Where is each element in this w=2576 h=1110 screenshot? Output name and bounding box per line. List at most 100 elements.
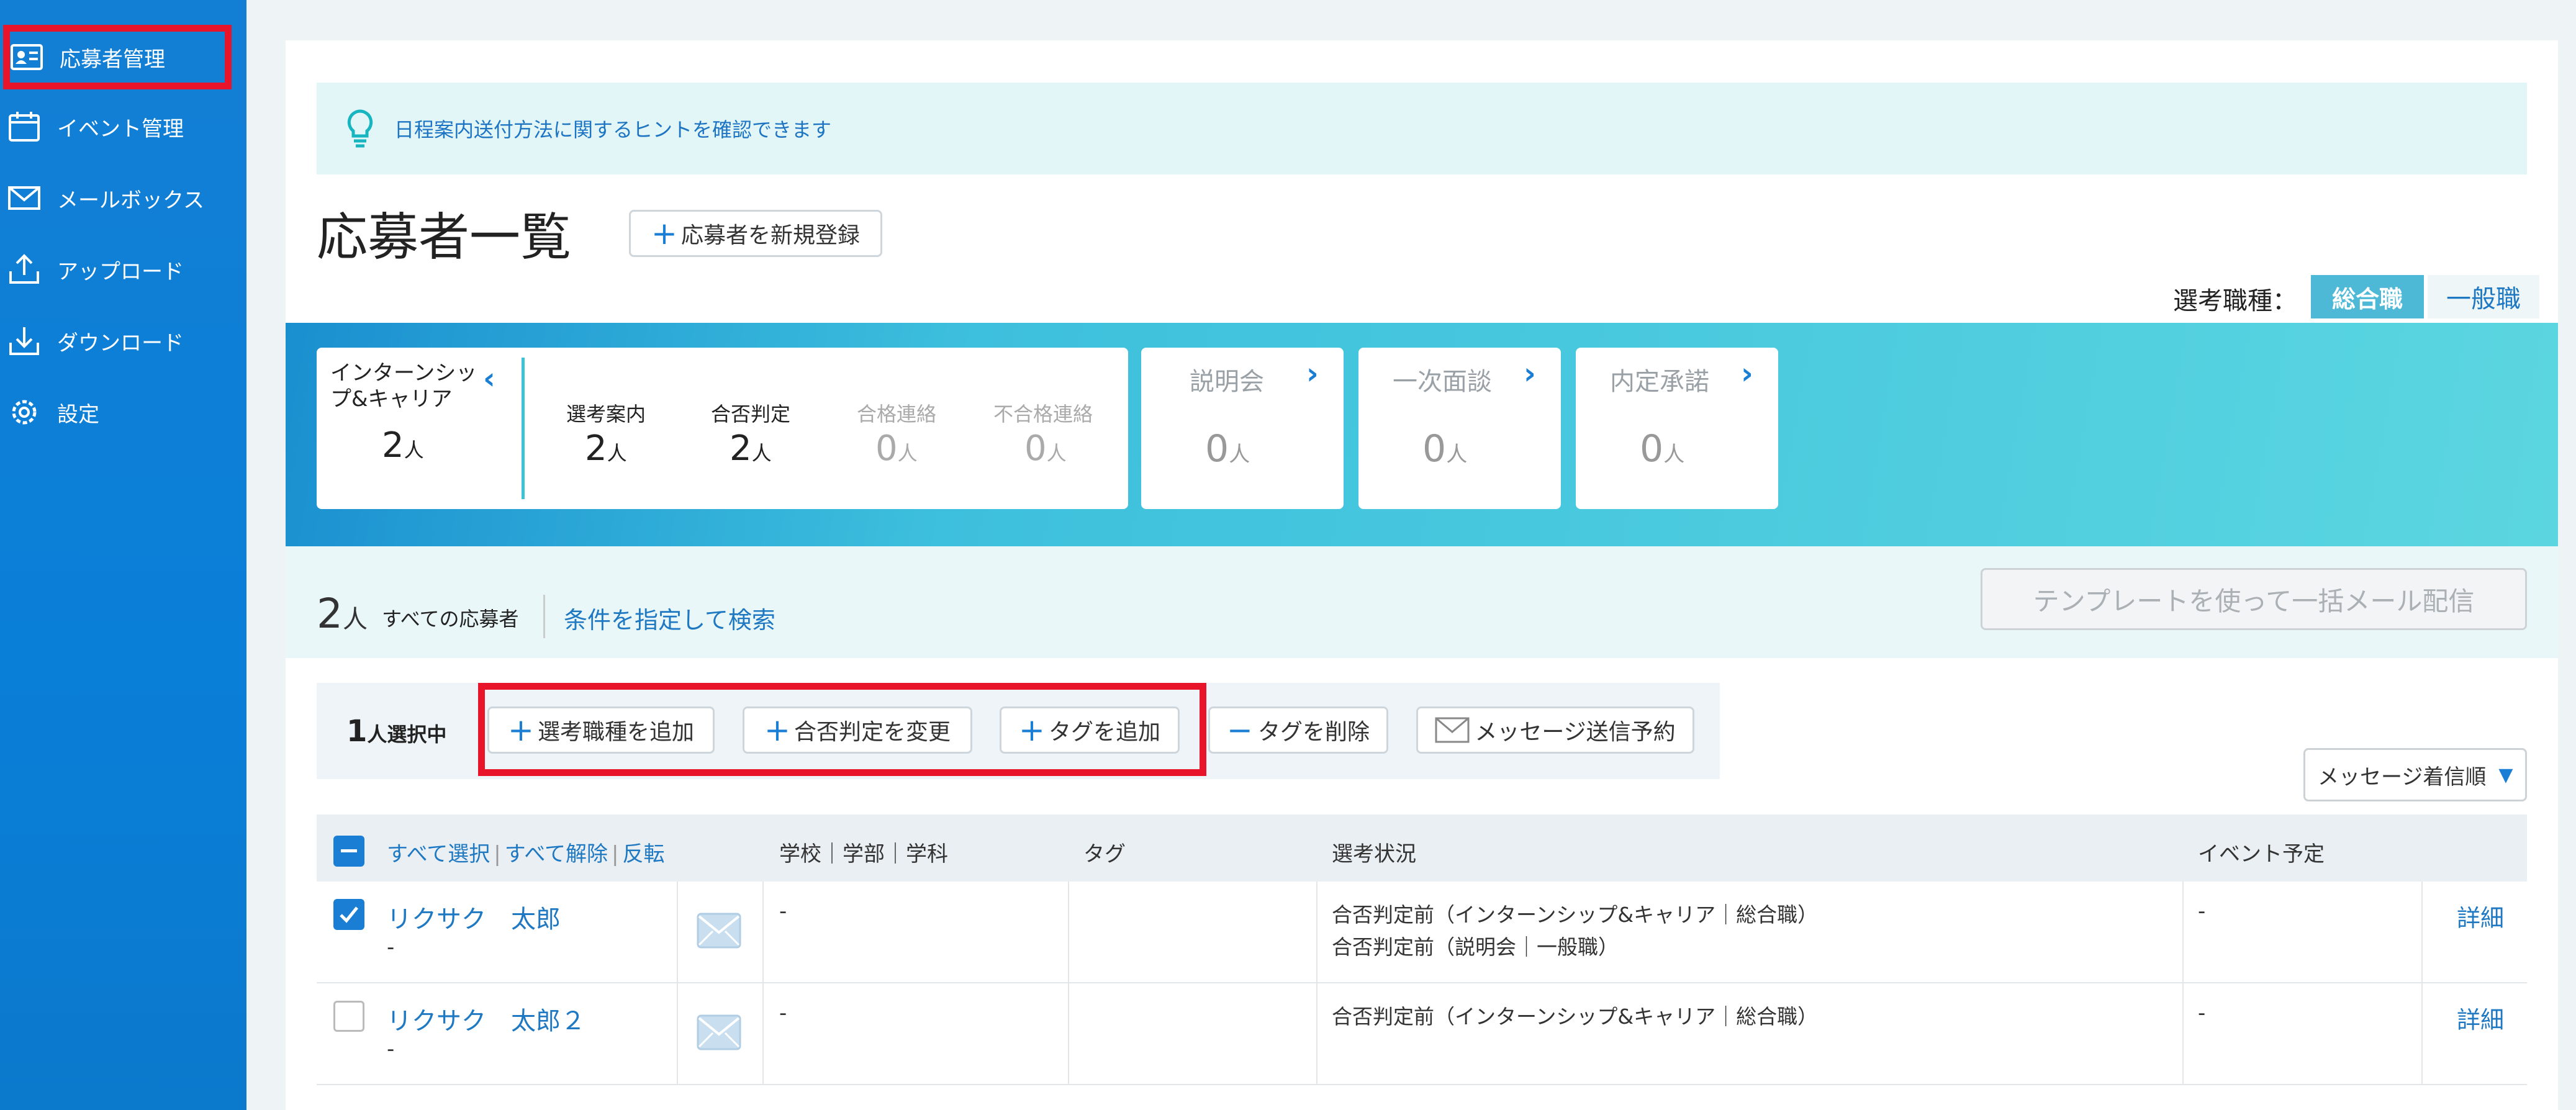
separator: | <box>612 842 619 867</box>
status-line: 合否判定前（インターンシップ&キャリア｜総合職） <box>1332 1004 1819 1029</box>
column-status: 選考状況 <box>1332 842 1416 867</box>
applicant-name-link[interactable]: リクサク 太郎 <box>387 899 561 935</box>
mail-icon <box>8 186 40 210</box>
substage-fail-notice[interactable]: 不合格連絡 <box>993 399 1093 427</box>
upload-icon <box>9 254 39 284</box>
select-all-link[interactable]: すべて選択 <box>387 842 490 867</box>
jobtype-tab-clerical[interactable]: 一般職 <box>2428 275 2539 318</box>
applicant-name-link[interactable]: リクサク 太郎２ <box>387 1001 585 1037</box>
chevron-left-icon[interactable]: ‹ <box>483 361 495 396</box>
caret-down-icon: ▼ <box>2498 764 2513 786</box>
stage-name: 一次面談 <box>1393 368 1492 396</box>
jobtype-label: 選考職種： <box>2173 287 2297 315</box>
applicant-sub-info: - <box>387 1037 395 1062</box>
select-all-checkbox[interactable] <box>333 836 364 867</box>
invert-selection-link[interactable]: 反転 <box>622 842 664 867</box>
download-icon <box>9 327 39 355</box>
substage-judgement[interactable]: 合否判定 <box>711 399 790 427</box>
divider <box>1068 983 1069 1084</box>
hint-banner[interactable]: 日程案内送付方法に関するヒントを確認できます <box>317 83 2527 174</box>
bulk-action-bar: 1人選択中 + 選考職種を追加 + 合否判定を変更 + タグを追加 − タグを削除 メッ… <box>317 683 1720 779</box>
substage-guide-count[interactable]: 2人 <box>585 428 627 469</box>
minus-icon <box>341 849 357 852</box>
gear-icon <box>12 400 37 425</box>
jobtype-tab-general[interactable]: 総合職 <box>2311 275 2424 318</box>
stage-name: 説明会 <box>1190 368 1264 396</box>
chevron-right-icon: › <box>1524 356 1536 391</box>
schedule-message-label: メッセージ送信予約 <box>1475 720 1676 745</box>
substage-pass-notice-count[interactable]: 0人 <box>875 428 918 469</box>
stage-count: 0人 <box>1422 427 1468 471</box>
chevron-right-icon: › <box>1306 356 1319 391</box>
sidebar-item-applicants[interactable]: 応募者管理 <box>3 25 232 89</box>
total-applicant-count: 2人 <box>317 590 368 638</box>
schedule-message-button[interactable]: メッセージ送信予約 <box>1416 706 1694 754</box>
divider <box>762 983 764 1084</box>
chevron-right-icon: › <box>1741 356 1753 391</box>
stage-count: 0人 <box>1205 427 1250 471</box>
table-row: リクサク 太郎 - - 合否判定前（インターンシップ&キャリア｜総合職） 合否判… <box>317 882 2527 983</box>
separator: | <box>494 842 501 867</box>
stage-internship-career[interactable]: インターンシップ&キャリア ‹ 2人 選考案内 2人 合否判定 2人 合格連絡 … <box>317 348 1128 509</box>
bulk-mail-button[interactable]: テンプレートを使って一括メール配信 <box>1981 568 2527 630</box>
detail-link[interactable]: 詳細 <box>2457 899 2504 933</box>
selection-links: すべて選択 | すべて解除 | 反転 <box>387 837 664 867</box>
sidebar-item-label: メールボックス <box>57 187 204 213</box>
divider <box>677 983 678 1084</box>
column-school: 学校｜学部｜学科 <box>779 842 948 867</box>
remove-tag-button[interactable]: − タグを削除 <box>1208 706 1388 754</box>
stage-count: 2人 <box>382 425 424 466</box>
divider <box>2182 983 2184 1084</box>
divider <box>2421 983 2423 1084</box>
sidebar-item-download[interactable]: ダウンロード <box>0 314 236 368</box>
applicant-card-icon <box>11 44 43 70</box>
sidebar-item-label: 応募者管理 <box>60 47 165 72</box>
sidebar-item-settings[interactable]: 設定 <box>0 385 236 440</box>
pipeline-band: インターンシップ&キャリア ‹ 2人 選考案内 2人 合否判定 2人 合格連絡 … <box>286 323 2558 546</box>
substage-judgement-count[interactable]: 2人 <box>730 428 772 469</box>
stage-divider <box>522 358 525 499</box>
lightbulb-icon <box>347 109 373 148</box>
school-cell: - <box>779 899 787 924</box>
sort-dropdown[interactable]: メッセージ着信順 ▼ <box>2303 748 2527 801</box>
status-line: 合否判定前（説明会｜一般職） <box>1332 935 1619 959</box>
divider <box>677 882 678 982</box>
stage-offer-accepted[interactable]: 内定承諾 › 0人 <box>1576 348 1778 509</box>
divider <box>1068 882 1069 982</box>
column-event: イベント予定 <box>2198 842 2325 867</box>
sidebar-item-upload[interactable]: アップロード <box>0 242 236 297</box>
divider <box>2182 882 2184 982</box>
register-applicant-button[interactable]: + 応募者を新規登録 <box>629 210 882 257</box>
sidebar-item-mailbox[interactable]: メールボックス <box>0 171 236 225</box>
substage-guide[interactable]: 選考案内 <box>566 399 646 427</box>
status-line: 合否判定前（インターンシップ&キャリア｜総合職） <box>1332 903 1819 927</box>
divider <box>2421 882 2423 982</box>
hint-text: 日程案内送付方法に関するヒントを確認できます <box>394 118 832 142</box>
row-checkbox[interactable] <box>333 1001 364 1032</box>
event-cell: - <box>2198 899 2206 924</box>
calendar-icon <box>9 112 40 142</box>
minus-icon: − <box>1227 712 1253 748</box>
message-envelope-icon[interactable] <box>697 913 741 949</box>
sidebar-item-label: ダウンロード <box>57 330 184 356</box>
substage-pass-notice[interactable]: 合格連絡 <box>857 399 936 427</box>
message-envelope-icon[interactable] <box>697 1014 741 1050</box>
summary-bar: 2人 すべての応募者 条件を指定して検索 テンプレートを使って一括メール配信 <box>286 546 2558 658</box>
divider <box>1316 983 1317 1084</box>
deselect-all-link[interactable]: すべて解除 <box>505 842 608 867</box>
stage-name: インターンシップ&キャリア <box>330 361 477 412</box>
advanced-search-link[interactable]: 条件を指定して検索 <box>564 601 775 635</box>
stage-first-interview[interactable]: 一次面談 › 0人 <box>1358 348 1561 509</box>
stage-briefing[interactable]: 説明会 › 0人 <box>1141 348 1344 509</box>
divider <box>762 882 764 982</box>
column-tag: タグ <box>1083 842 1126 867</box>
sidebar-item-events[interactable]: イベント管理 <box>0 99 236 154</box>
row-checkbox[interactable] <box>333 899 364 930</box>
detail-link[interactable]: 詳細 <box>2457 1001 2504 1035</box>
divider <box>1316 882 1317 982</box>
total-applicant-label: すべての応募者 <box>382 607 519 631</box>
stage-count: 0人 <box>1640 427 1685 471</box>
selected-count: 1人選択中 <box>346 714 447 749</box>
substage-fail-notice-count[interactable]: 0人 <box>1024 428 1067 469</box>
check-icon <box>340 906 358 923</box>
